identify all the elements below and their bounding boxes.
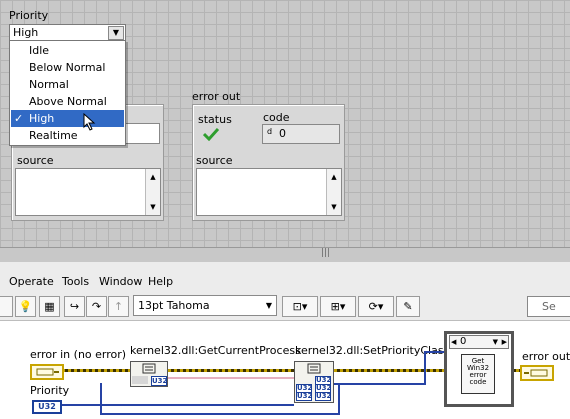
priority-out-u32-terminal: U32 [315,392,332,401]
menu-tools[interactable]: Tools [62,275,89,288]
case-left-arrow-icon[interactable]: ◀ [451,336,456,348]
error-out-label: error out [192,90,241,103]
checkmark-icon: ✓ [14,112,24,125]
priority-value: High [13,26,39,39]
menu-operate[interactable]: Operate [9,275,54,288]
set-priority-class-node[interactable]: U32 U32 U32 U32 U32 [294,361,334,403]
priority-dropdown-menu: Idle Below Normal Normal Above Normal ✓ … [9,40,126,146]
highlight-execution-icon[interactable]: 💡 [15,296,36,317]
case-selector[interactable]: ◀ 0 ▼ ▶ [449,335,509,349]
search-placeholder: Se [542,300,556,313]
code-value: 0 [279,127,286,140]
splitter-grip-icon[interactable]: ||| [321,248,330,258]
chevron-down-icon[interactable]: ▼ [266,296,272,315]
left-source-field[interactable]: ▲ ▼ [15,168,161,216]
menu-item-realtime[interactable]: Realtime [11,127,124,144]
dll-call-icon [142,363,156,374]
menu-bar: Operate Tools Window Help [0,270,570,290]
scroll-down-icon[interactable]: ▼ [146,203,160,211]
error-out-bd-label: error out [522,350,570,363]
font-selector[interactable]: 13pt Tahoma ▼ [133,295,277,316]
cleanup-diagram-icon[interactable]: ✎ [396,296,420,317]
reorder-icon[interactable]: ⟳▾ [358,296,394,317]
dll-call-icon [307,363,321,374]
error-out-cluster: status code d 0 source ▲ ▼ [192,104,345,221]
priority-in-u32-terminal: U32 [296,392,313,401]
menu-window[interactable]: Window [99,275,142,288]
code-label: code [263,111,290,124]
chevron-down-icon[interactable]: ▼ [493,336,498,348]
left-source-label: source [17,154,54,167]
run-button-partial[interactable] [0,296,13,317]
menu-item-idle[interactable]: Idle [11,42,124,59]
scroll-up-icon[interactable]: ▲ [327,173,341,181]
source-field[interactable]: ▲ ▼ [196,168,342,216]
priority-label: Priority [9,9,49,22]
chevron-down-icon[interactable]: ▼ [108,26,124,40]
priority-bd-label: Priority [30,384,70,397]
case-structure[interactable]: ◀ 0 ▼ ▶ Get Win32 error code [444,331,514,407]
menu-item-high[interactable]: ✓ High [11,110,124,131]
scroll-up-icon[interactable]: ▲ [146,173,160,181]
code-field-partial[interactable] [120,123,160,144]
get-win32-error-subvi[interactable]: Get Win32 error code [461,354,495,394]
case-selector-value: 0 [460,336,467,347]
align-objects-icon[interactable]: ⊡▾ [282,296,318,317]
search-input[interactable]: Se [527,296,570,317]
panel-splitter[interactable]: ||| [0,247,570,263]
error-in-label: error in (no error) [30,348,127,361]
source-scrollbar[interactable]: ▲ ▼ [326,169,341,215]
error-cluster-icon [36,368,59,376]
error-in-terminal[interactable] [30,364,64,380]
get-current-process-label: kernel32.dll:GetCurrentProcess [130,344,301,357]
case-right-arrow-icon[interactable]: ▶ [502,336,507,348]
scroll-down-icon[interactable]: ▼ [327,203,341,211]
font-value: 13pt Tahoma [138,299,210,312]
code-radix: d [267,127,273,136]
error-out-terminal[interactable] [520,365,554,381]
status-label: status [198,113,232,126]
get-current-process-node[interactable]: U32 [130,361,168,387]
step-over-icon[interactable]: ↷ [86,296,107,317]
status-check-icon [202,127,220,142]
priority-u32-terminal[interactable]: U32 [32,400,62,414]
step-out-icon[interactable]: ↑ [108,296,129,317]
menu-item-below-normal[interactable]: Below Normal [11,59,124,76]
return-u32-terminal: U32 [151,376,168,386]
step-into-icon[interactable]: ↪ [64,296,85,317]
error-cluster-icon [524,369,548,377]
retain-wire-values-icon[interactable]: ▦ [39,296,60,317]
front-panel: Priority source ▲ ▼ error out status cod… [0,0,570,247]
distribute-objects-icon[interactable]: ⊞▾ [320,296,356,317]
toolbar: 💡 ▦ ↪ ↷ ↑ 13pt Tahoma ▼ ⊡▾ ⊞▾ ⟳▾ ✎ Se [0,290,570,321]
code-field[interactable]: d 0 [262,124,340,144]
menu-help[interactable]: Help [148,275,173,288]
source-label: source [196,154,233,167]
left-source-scrollbar[interactable]: ▲ ▼ [145,169,160,215]
block-diagram: error in (no error) Priority kernel32.dl… [0,321,570,419]
menu-item-above-normal[interactable]: Above Normal [11,93,124,110]
menu-item-normal[interactable]: Normal [11,76,124,93]
